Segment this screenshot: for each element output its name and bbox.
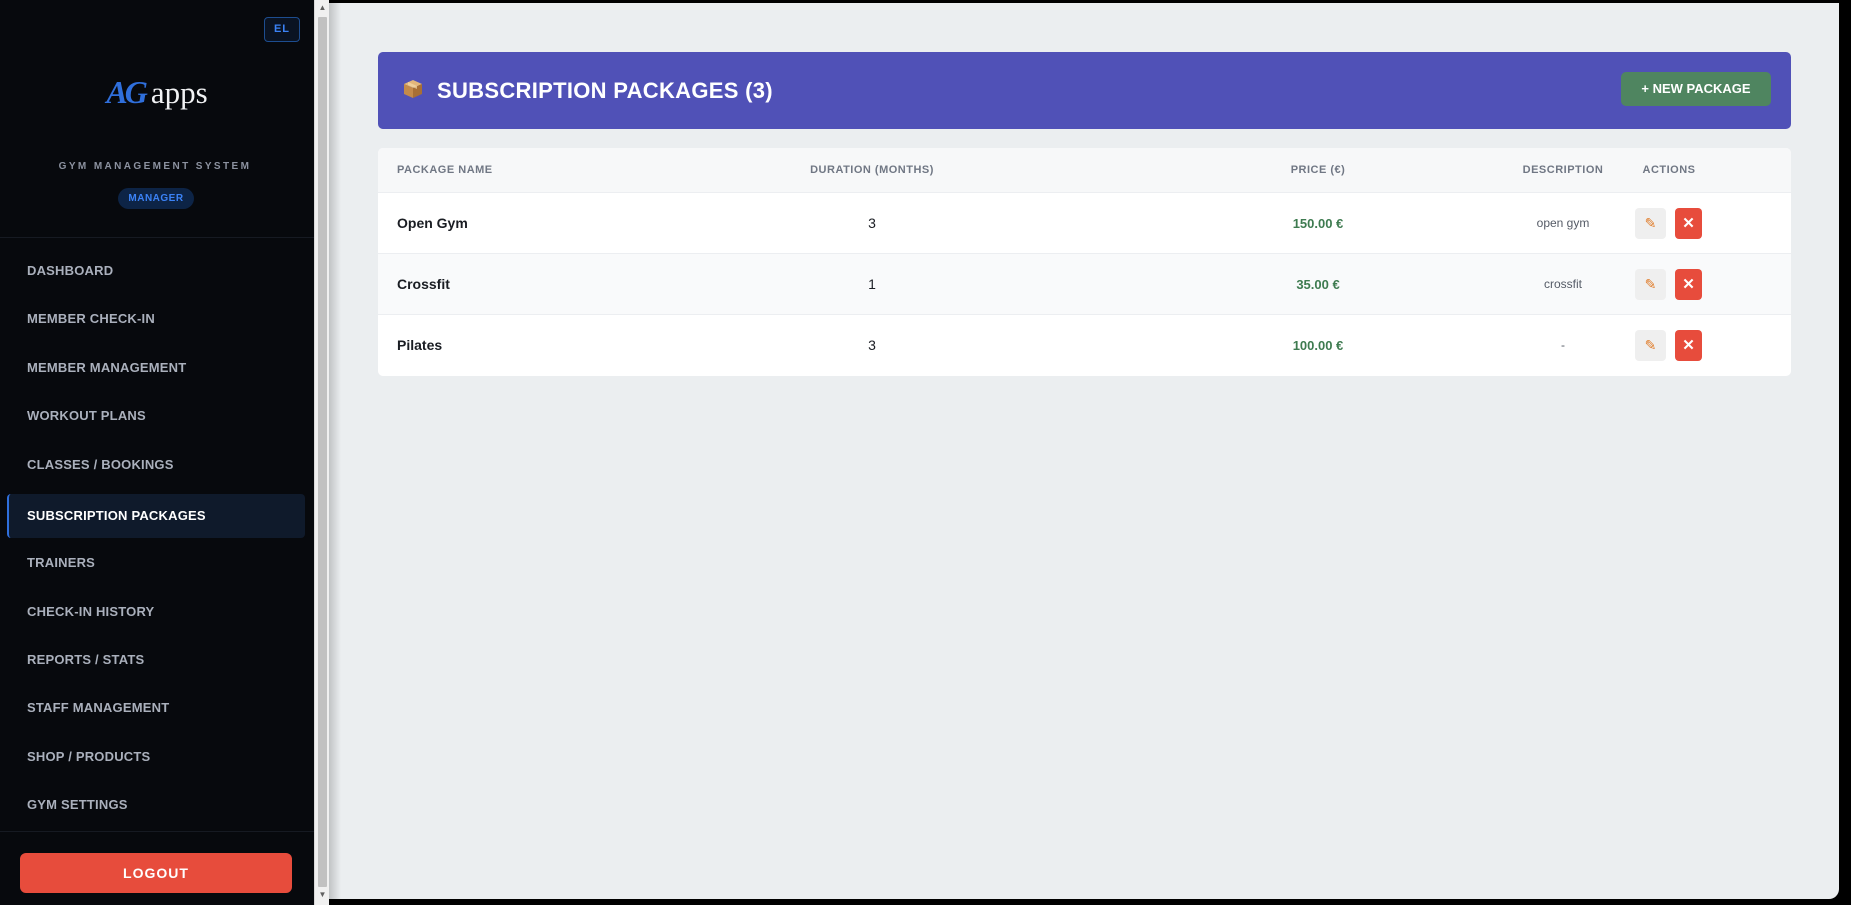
- page-header: SUBSCRIPTION PACKAGES (3) + NEW PACKAGE: [378, 52, 1791, 129]
- column-header-price: PRICE (€): [1290, 164, 1346, 176]
- edit-button[interactable]: ✎: [1635, 269, 1666, 300]
- edit-button[interactable]: ✎: [1635, 208, 1666, 239]
- close-icon: ✕: [1682, 215, 1695, 232]
- package-icon: [404, 80, 422, 98]
- table-row: Open Gym 3 150.00 € open gym ✎ ✕: [378, 192, 1791, 253]
- pencil-icon: ✎: [1644, 337, 1657, 353]
- package-description: -: [1561, 338, 1565, 352]
- logo-mark: AG: [106, 74, 147, 110]
- sidebar-item-staff-management[interactable]: STAFF MANAGEMENT: [7, 686, 305, 730]
- content-shadow: [329, 0, 341, 905]
- table-row: Crossfit 1 35.00 € crossfit ✎ ✕: [378, 253, 1791, 314]
- table-row: Pilates 3 100.00 € - ✎ ✕: [378, 314, 1791, 375]
- edit-button[interactable]: ✎: [1635, 330, 1666, 361]
- sidebar-item-check-in-history[interactable]: CHECK-IN HISTORY: [7, 590, 305, 634]
- column-header-actions: ACTIONS: [1642, 164, 1696, 176]
- table-header: PACKAGE NAME DURATION (MONTHS) PRICE (€)…: [378, 148, 1791, 192]
- scroll-thumb[interactable]: [318, 17, 327, 887]
- scroll-down-arrow-icon[interactable]: ▼: [317, 889, 328, 901]
- package-duration: 1: [868, 276, 876, 292]
- sidebar-scrollbar[interactable]: ▲ ▼: [314, 0, 329, 905]
- delete-button[interactable]: ✕: [1675, 269, 1702, 300]
- sidebar-item-subscription-packages[interactable]: SUBSCRIPTION PACKAGES: [7, 494, 305, 538]
- package-name: Pilates: [397, 337, 443, 353]
- sidebar-item-reports-stats[interactable]: REPORTS / STATS: [7, 638, 305, 682]
- app-logo: AG apps: [0, 70, 314, 114]
- sidebar-item-member-management[interactable]: MEMBER MANAGEMENT: [7, 346, 305, 390]
- delete-button[interactable]: ✕: [1675, 208, 1702, 239]
- system-name: GYM MANAGEMENT SYSTEM: [58, 161, 252, 172]
- scroll-up-arrow-icon[interactable]: ▲: [317, 2, 328, 14]
- package-name: Open Gym: [397, 215, 468, 231]
- package-duration: 3: [868, 337, 876, 353]
- new-package-button[interactable]: + NEW PACKAGE: [1621, 72, 1771, 106]
- sidebar-item-gym-settings[interactable]: GYM SETTINGS: [7, 783, 305, 827]
- close-icon: ✕: [1682, 337, 1695, 354]
- package-price: 100.00 €: [1292, 338, 1344, 353]
- logout-button[interactable]: LOGOUT: [20, 853, 292, 893]
- sidebar-item-workout-plans[interactable]: WORKOUT PLANS: [7, 394, 305, 438]
- column-header-package-name: PACKAGE NAME: [397, 164, 493, 176]
- column-header-duration: DURATION (MONTHS): [810, 164, 934, 176]
- package-name: Crossfit: [397, 276, 450, 292]
- sidebar-item-shop-products[interactable]: SHOP / PRODUCTS: [7, 735, 305, 779]
- package-price: 35.00 €: [1296, 277, 1340, 292]
- language-toggle-button[interactable]: EL: [264, 17, 300, 42]
- package-description: open gym: [1536, 216, 1590, 230]
- page-title: SUBSCRIPTION PACKAGES (3): [437, 78, 773, 103]
- sidebar-divider: [0, 831, 314, 832]
- logo-text: apps: [150, 75, 208, 110]
- sidebar-divider: [0, 237, 314, 238]
- sidebar-item-trainers[interactable]: TRAINERS: [7, 541, 305, 585]
- sidebar-item-member-check-in[interactable]: MEMBER CHECK-IN: [7, 297, 305, 341]
- pencil-icon: ✎: [1644, 276, 1657, 292]
- delete-button[interactable]: ✕: [1675, 330, 1702, 361]
- pencil-icon: ✎: [1644, 215, 1657, 231]
- packages-table: PACKAGE NAME DURATION (MONTHS) PRICE (€)…: [378, 148, 1791, 376]
- close-icon: ✕: [1682, 276, 1695, 293]
- sidebar-item-classes-bookings[interactable]: CLASSES / BOOKINGS: [7, 443, 305, 487]
- role-badge: MANAGER: [118, 188, 194, 209]
- sidebar-item-dashboard[interactable]: DASHBOARD: [7, 249, 305, 293]
- package-description: crossfit: [1543, 277, 1582, 291]
- package-price: 150.00 €: [1292, 216, 1344, 231]
- sidebar: EL AG apps GYM MANAGEMENT SYSTEM MANAGER …: [0, 0, 314, 905]
- main-content: SUBSCRIPTION PACKAGES (3) + NEW PACKAGE …: [329, 3, 1839, 899]
- package-duration: 3: [868, 215, 876, 231]
